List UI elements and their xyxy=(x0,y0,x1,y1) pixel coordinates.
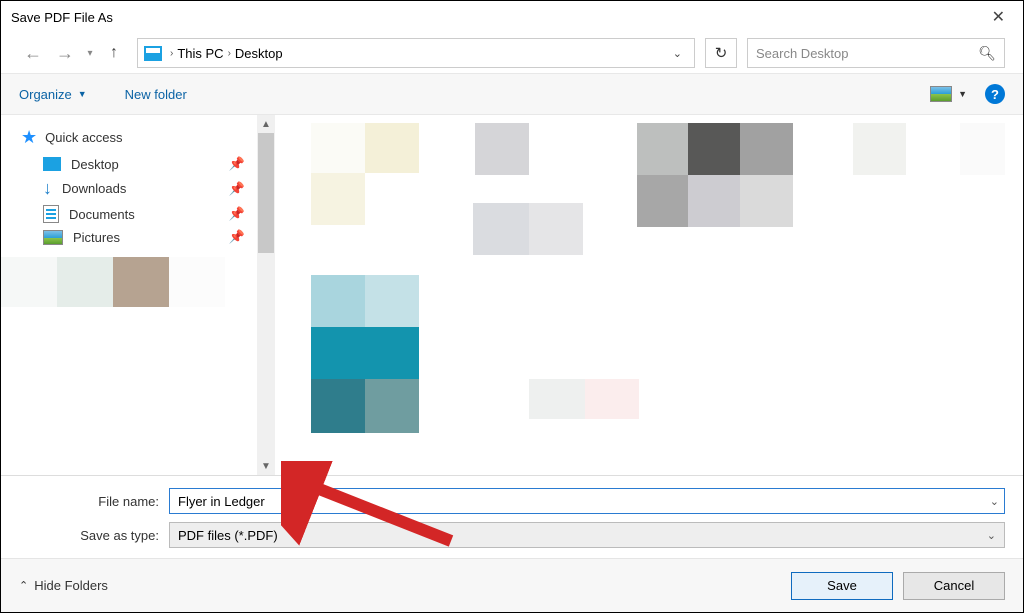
scroll-down-icon[interactable]: ▼ xyxy=(257,457,275,475)
form-area: File name: ⌄ Save as type: PDF files (*.… xyxy=(1,475,1023,558)
star-icon: ★ xyxy=(21,127,37,148)
file-name-input[interactable] xyxy=(169,488,1005,514)
pin-icon: 📌 xyxy=(229,156,245,172)
file-name-label: File name: xyxy=(19,494,169,509)
breadcrumb-this-pc[interactable]: This PC xyxy=(177,46,223,61)
hide-folders-toggle[interactable]: ⌃ Hide Folders xyxy=(19,578,108,593)
sidebar-item-label: Desktop xyxy=(71,157,119,172)
address-dropdown-icon[interactable]: ⌄ xyxy=(667,47,688,60)
hide-folders-label: Hide Folders xyxy=(34,578,108,593)
desktop-icon xyxy=(43,157,61,171)
search-icon: 🔍︎ xyxy=(978,45,996,62)
search-placeholder: Search Desktop xyxy=(756,46,849,61)
back-button[interactable]: ← xyxy=(19,39,47,67)
pin-icon: 📌 xyxy=(229,229,245,245)
save-type-value: PDF files (*.PDF) xyxy=(178,528,278,543)
sidebar-item-documents[interactable]: Documents 📌 xyxy=(43,205,251,223)
close-icon[interactable]: ✕ xyxy=(984,3,1013,31)
sidebar-thumbs xyxy=(1,257,251,307)
titlebar: Save PDF File As ✕ xyxy=(1,1,1023,33)
sidebar-item-label: Downloads xyxy=(62,181,126,196)
sidebar-item-quick-access[interactable]: ★ Quick access xyxy=(21,127,251,148)
file-pane[interactable] xyxy=(275,115,1023,475)
window-title: Save PDF File As xyxy=(11,10,113,25)
chevron-up-icon: ⌃ xyxy=(19,579,28,592)
forward-button[interactable]: → xyxy=(51,39,79,67)
new-folder-button[interactable]: New folder xyxy=(125,87,187,102)
chevron-right-icon[interactable]: › xyxy=(170,48,173,59)
up-button[interactable]: ↑ xyxy=(101,39,127,67)
sidebar-item-label: Documents xyxy=(69,207,135,222)
sidebar: ★ Quick access Desktop 📌 ↓ Downloads 📌 Do… xyxy=(1,115,275,475)
recent-locations-dropdown[interactable]: ▾ xyxy=(83,39,97,67)
help-button[interactable]: ? xyxy=(985,84,1005,104)
breadcrumb-desktop[interactable]: Desktop xyxy=(235,46,283,61)
scroll-up-icon[interactable]: ▲ xyxy=(257,115,275,133)
documents-icon xyxy=(43,205,59,223)
pin-icon: 📌 xyxy=(229,206,245,222)
breadcrumb: › This PC › Desktop xyxy=(170,46,667,61)
toolbar: Organize ▼ New folder ▼ ? xyxy=(1,73,1023,115)
chevron-down-icon: ▼ xyxy=(78,89,87,99)
folder-icon xyxy=(144,46,162,61)
sidebar-item-label: Pictures xyxy=(73,230,120,245)
view-menu[interactable]: ▼ xyxy=(930,86,967,102)
organize-menu[interactable]: Organize ▼ xyxy=(19,87,87,102)
chevron-down-icon: ⌄ xyxy=(987,529,996,542)
sidebar-item-downloads[interactable]: ↓ Downloads 📌 xyxy=(43,178,251,199)
view-icon xyxy=(930,86,952,102)
cancel-button[interactable]: Cancel xyxy=(903,572,1005,600)
nav-row: ← → ▾ ↑ › This PC › Desktop ⌄ ↻ Search D… xyxy=(1,33,1023,73)
sidebar-item-pictures[interactable]: Pictures 📌 xyxy=(43,229,251,245)
save-dialog: Save PDF File As ✕ ← → ▾ ↑ › This PC › D… xyxy=(0,0,1024,613)
pin-icon: 📌 xyxy=(229,181,245,197)
downloads-icon: ↓ xyxy=(43,178,52,199)
search-input[interactable]: Search Desktop 🔍︎ xyxy=(747,38,1005,68)
save-type-label: Save as type: xyxy=(19,528,169,543)
chevron-down-icon: ▼ xyxy=(958,89,967,99)
chevron-right-icon[interactable]: › xyxy=(228,48,231,59)
save-button[interactable]: Save xyxy=(791,572,893,600)
sidebar-label: Quick access xyxy=(45,130,122,145)
sidebar-item-desktop[interactable]: Desktop 📌 xyxy=(43,156,251,172)
sidebar-scrollbar[interactable]: ▲ ▼ xyxy=(257,115,275,475)
address-bar[interactable]: › This PC › Desktop ⌄ xyxy=(137,38,695,68)
footer: ⌃ Hide Folders Save Cancel xyxy=(1,558,1023,612)
content-mosaic xyxy=(275,115,1023,475)
organize-label: Organize xyxy=(19,87,72,102)
pictures-icon xyxy=(43,230,63,245)
scroll-thumb[interactable] xyxy=(258,133,274,253)
save-type-select[interactable]: PDF files (*.PDF) ⌄ xyxy=(169,522,1005,548)
refresh-button[interactable]: ↻ xyxy=(705,38,737,68)
